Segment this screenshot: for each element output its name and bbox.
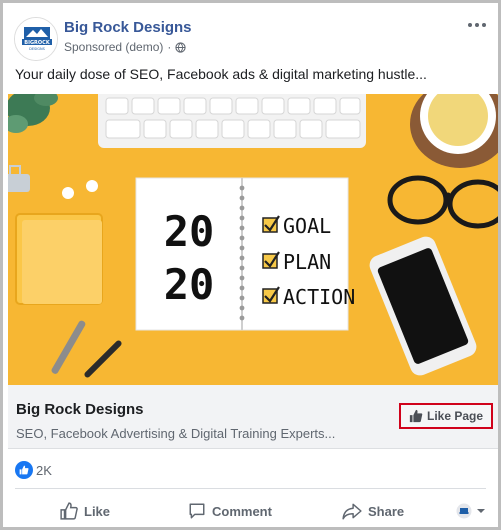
comment-button[interactable]: Comment [188, 493, 272, 527]
comment-label: Comment [212, 503, 272, 519]
like-button[interactable]: Like [60, 493, 111, 527]
post-image[interactable]: 20 20 GOAL PLAN ACTION [8, 94, 498, 385]
thumbs-up-outline-icon [60, 502, 78, 520]
reactions-summary[interactable]: 2K [15, 461, 52, 479]
share-label: Share [368, 503, 405, 519]
big-rock-logo-icon: BIGROCK DESIGNS [15, 18, 57, 60]
like-label: Like [84, 503, 111, 519]
page-avatar[interactable]: BIGROCK DESIGNS [14, 17, 58, 61]
meta-separator: · [167, 40, 172, 54]
thumbs-up-icon [409, 409, 423, 423]
checklist-item-2: PLAN [283, 250, 331, 274]
sponsored-label[interactable]: Sponsored (demo) [64, 40, 163, 54]
reaction-count: 2K [36, 462, 52, 478]
notebook-number-2: 20 [164, 260, 215, 309]
checklist-item-1: GOAL [283, 214, 331, 238]
post-actions: Like Comment Share [8, 493, 498, 527]
like-page-button[interactable]: Like Page [399, 403, 493, 429]
share-button[interactable]: Share [342, 493, 405, 527]
comment-bubble-icon [189, 503, 205, 519]
share-arrow-icon [342, 503, 362, 520]
post-meta: Sponsored (demo) · [64, 40, 187, 54]
divider [15, 488, 486, 489]
post-body-text: Your daily dose of SEO, Facebook ads & d… [15, 66, 427, 82]
notebook-icon: 20 20 GOAL PLAN ACTION [135, 177, 355, 331]
like-page-label: Like Page [426, 409, 484, 423]
keyboard-icon [98, 94, 366, 148]
page-name-link[interactable]: Big Rock Designs [64, 19, 192, 36]
svg-text:DESIGNS: DESIGNS [29, 47, 45, 51]
link-preview-description: SEO, Facebook Advertising & Digital Trai… [16, 426, 336, 441]
post-header: BIGROCK DESIGNS Big Rock Designs Sponsor… [10, 11, 490, 61]
more-options-icon[interactable] [464, 17, 490, 33]
chevron-down-icon [477, 509, 485, 513]
sticky-notes-icon [15, 213, 103, 305]
link-preview-title[interactable]: Big Rock Designs [16, 401, 144, 418]
notebook-number-1: 20 [164, 207, 215, 256]
audience-avatar-icon [456, 503, 472, 519]
checklist-item-3: ACTION [283, 285, 355, 309]
globe-icon [175, 41, 187, 53]
like-reaction-icon [15, 461, 33, 479]
audience-selector-button[interactable] [456, 493, 486, 527]
sponsored-post-card: BIGROCK DESIGNS Big Rock Designs Sponsor… [0, 0, 501, 530]
svg-text:BIGROCK: BIGROCK [24, 40, 51, 46]
link-preview[interactable]: Big Rock Designs SEO, Facebook Advertisi… [8, 385, 498, 449]
